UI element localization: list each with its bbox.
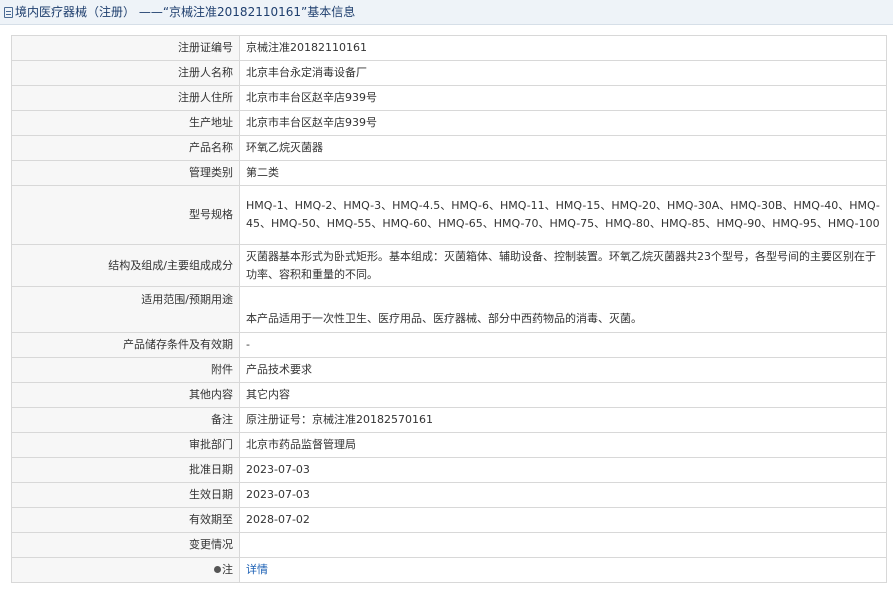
- field-label: 注: [11, 557, 240, 583]
- table-row: 注 详情: [11, 557, 887, 583]
- field-label: 其他内容: [11, 382, 240, 408]
- field-label: 型号规格: [11, 185, 240, 245]
- field-label: 注册人住所: [11, 85, 240, 111]
- field-value: [239, 532, 887, 558]
- table-row: 备注 原注册证号：京械注准20182570161: [11, 407, 887, 433]
- table-row: 审批部门 北京市药品监督管理局: [11, 432, 887, 458]
- table-row: 其他内容 其它内容: [11, 382, 887, 408]
- note-icon: [214, 566, 221, 573]
- field-label: 有效期至: [11, 507, 240, 533]
- field-value: 环氧乙烷灭菌器: [239, 135, 887, 161]
- page-title-bar: 境内医疗器械（注册） ——“京械注准20182110161”基本信息: [0, 0, 893, 25]
- field-value: 2023-07-03: [239, 457, 887, 483]
- field-value: 2028-07-02: [239, 507, 887, 533]
- details-link[interactable]: 详情: [246, 563, 268, 576]
- document-icon: [4, 7, 13, 18]
- field-value: 2023-07-03: [239, 482, 887, 508]
- field-label: 备注: [11, 407, 240, 433]
- field-label: 产品名称: [11, 135, 240, 161]
- table-row: 附件 产品技术要求: [11, 357, 887, 383]
- field-value: 原注册证号：京械注准20182570161: [239, 407, 887, 433]
- field-label: 适用范围/预期用途: [11, 286, 240, 333]
- field-value: 灭菌器基本形式为卧式矩形。基本组成：灭菌箱体、辅助设备、控制装置。环氧乙烷灭菌器…: [239, 244, 887, 287]
- field-value: 详情: [239, 557, 887, 583]
- field-value: 产品技术要求: [239, 357, 887, 383]
- table-row: 有效期至 2028-07-02: [11, 507, 887, 533]
- table-row: 结构及组成/主要组成成分 灭菌器基本形式为卧式矩形。基本组成：灭菌箱体、辅助设备…: [11, 244, 887, 287]
- field-value: 其它内容: [239, 382, 887, 408]
- field-value: 北京市丰台区赵辛店939号: [239, 110, 887, 136]
- field-value: 第二类: [239, 160, 887, 186]
- page-title: 境内医疗器械（注册） ——“京械注准20182110161”基本信息: [15, 5, 356, 19]
- field-value: 北京丰台永定消毒设备厂: [239, 60, 887, 86]
- field-label: 注册人名称: [11, 60, 240, 86]
- table-row: 生效日期 2023-07-03: [11, 482, 887, 508]
- field-label: 审批部门: [11, 432, 240, 458]
- field-value: 北京市丰台区赵辛店939号: [239, 85, 887, 111]
- field-value: 京械注准20182110161: [239, 35, 887, 61]
- field-label: 变更情况: [11, 532, 240, 558]
- field-label: 注册证编号: [11, 35, 240, 61]
- note-label: 注: [222, 563, 233, 576]
- table-row: 产品名称 环氧乙烷灭菌器: [11, 135, 887, 161]
- field-value: HMQ-1、HMQ-2、HMQ-3、HMQ-4.5、HMQ-6、HMQ-11、H…: [239, 185, 887, 245]
- table-row: 注册人住所 北京市丰台区赵辛店939号: [11, 85, 887, 111]
- table-row: 产品储存条件及有效期 -: [11, 332, 887, 358]
- field-value: 本产品适用于一次性卫生、医疗用品、医疗器械、部分中西药物品的消毒、灭菌。: [239, 286, 887, 333]
- field-value: 北京市药品监督管理局: [239, 432, 887, 458]
- field-value: -: [239, 332, 887, 358]
- field-label: 附件: [11, 357, 240, 383]
- table-row: 管理类别 第二类: [11, 160, 887, 186]
- table-row: 变更情况: [11, 532, 887, 558]
- field-label: 产品储存条件及有效期: [11, 332, 240, 358]
- field-label: 批准日期: [11, 457, 240, 483]
- table-row: 型号规格 HMQ-1、HMQ-2、HMQ-3、HMQ-4.5、HMQ-6、HMQ…: [11, 185, 887, 245]
- table-row: 注册人名称 北京丰台永定消毒设备厂: [11, 60, 887, 86]
- detail-table: 注册证编号 京械注准20182110161 注册人名称 北京丰台永定消毒设备厂 …: [11, 35, 887, 583]
- table-row: 注册证编号 京械注准20182110161: [11, 35, 887, 61]
- table-row: 适用范围/预期用途 本产品适用于一次性卫生、医疗用品、医疗器械、部分中西药物品的…: [11, 286, 887, 333]
- table-row: 生产地址 北京市丰台区赵辛店939号: [11, 110, 887, 136]
- field-label: 管理类别: [11, 160, 240, 186]
- table-row: 批准日期 2023-07-03: [11, 457, 887, 483]
- field-label: 结构及组成/主要组成成分: [11, 244, 240, 287]
- field-label: 生效日期: [11, 482, 240, 508]
- field-label: 生产地址: [11, 110, 240, 136]
